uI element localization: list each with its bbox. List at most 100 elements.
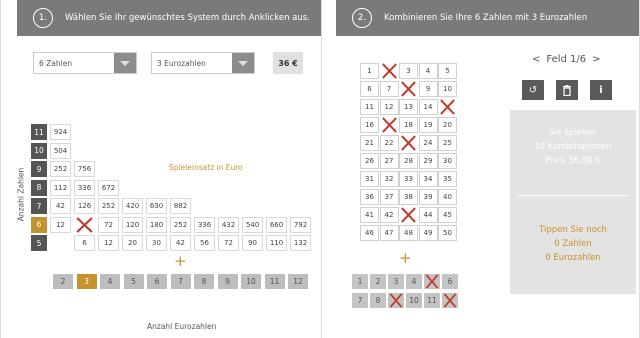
lotto-number[interactable]: 48 [399,225,418,241]
system-cell[interactable]: 252 [170,216,191,233]
lotto-number[interactable]: 39 [418,189,438,205]
lotto-number[interactable]: 21 [360,135,379,151]
lotto-number[interactable]: 27 [379,153,399,169]
row-label[interactable]: 5 [31,235,47,251]
system-cell[interactable]: 126 [74,198,95,214]
euro-column-button[interactable]: 7 [170,274,191,289]
lotto-number[interactable] [438,99,457,115]
lotto-number[interactable]: 13 [399,99,418,115]
trash-icon[interactable] [556,80,578,100]
euro-number[interactable]: 11 [424,293,440,308]
euro-number[interactable]: 4 [406,274,422,289]
lotto-number[interactable]: 44 [418,207,438,223]
euro-number[interactable] [424,274,440,289]
system-cell[interactable]: 20 [122,235,143,251]
info-icon[interactable]: i [590,80,612,100]
euro-column-button[interactable]: 9 [217,274,238,289]
euro-number[interactable] [388,293,404,308]
lotto-number[interactable]: 42 [379,207,399,223]
lotto-number[interactable]: 35 [438,171,457,187]
euro-select[interactable]: 3 Eurozahlen [151,52,255,74]
lotto-number[interactable]: 32 [379,171,399,187]
row-label[interactable]: 9 [31,161,47,177]
next-field-button[interactable]: > [592,54,600,65]
system-cell[interactable]: 72 [218,235,239,251]
system-cell[interactable]: 72 [98,216,119,233]
lotto-number[interactable]: 5 [438,63,457,79]
lotto-number[interactable]: 22 [379,135,399,151]
system-cell[interactable]: 336 [74,179,95,196]
lotto-number[interactable] [399,135,418,151]
lotto-number[interactable]: 47 [379,225,399,241]
euro-column-button[interactable]: 2 [53,274,73,289]
system-cell[interactable]: 252 [98,198,119,214]
lotto-number[interactable]: 49 [418,225,438,241]
lotto-number[interactable]: 40 [438,189,457,205]
system-cell[interactable]: 420 [122,198,143,214]
lotto-number[interactable]: 10 [438,81,457,97]
system-cell[interactable]: 12 [98,235,119,251]
lotto-number[interactable]: 20 [438,117,457,133]
system-cell[interactable]: 756 [74,161,95,177]
lotto-number[interactable]: 26 [360,153,379,169]
lotto-number[interactable]: 11 [360,99,379,115]
euro-column-button[interactable]: 10 [241,274,261,289]
system-cell[interactable]: 540 [242,216,263,233]
system-cell[interactable]: 112 [50,179,71,196]
lotto-number[interactable]: 18 [399,117,418,133]
system-cell[interactable]: 120 [122,216,143,233]
lotto-number[interactable]: 46 [360,225,379,241]
system-cell[interactable]: 792 [290,216,311,233]
system-cell[interactable] [74,216,95,233]
lotto-number[interactable]: 36 [360,189,379,205]
lotto-number[interactable]: 45 [438,207,457,223]
row-label[interactable]: 6 [31,216,47,233]
system-cell[interactable]: 504 [50,142,71,159]
system-cell[interactable]: 90 [242,235,263,251]
lotto-number[interactable]: 41 [360,207,379,223]
lotto-number[interactable] [379,63,399,79]
lotto-number[interactable]: 38 [399,189,418,205]
lotto-number[interactable]: 7 [379,81,399,97]
lotto-number[interactable]: 9 [418,81,438,97]
system-cell[interactable]: 12 [50,216,71,233]
euro-column-button[interactable]: 5 [123,274,144,289]
euro-column-button[interactable]: 8 [194,274,214,289]
lotto-number[interactable]: 16 [360,117,379,133]
lotto-number[interactable]: 3 [399,63,418,79]
euro-column-button[interactable]: 3 [76,274,97,289]
lotto-number[interactable]: 50 [438,225,457,241]
lotto-number[interactable]: 1 [360,63,379,79]
system-cell[interactable]: 132 [290,235,311,251]
euro-number[interactable]: 10 [406,293,422,308]
system-cell[interactable]: 336 [194,216,215,233]
euro-column-button[interactable]: 4 [100,274,120,289]
lotto-number[interactable]: 6 [360,81,379,97]
system-cell[interactable]: 30 [146,235,167,251]
system-cell[interactable]: 660 [266,216,287,233]
euro-number[interactable] [442,293,458,308]
lotto-number[interactable]: 31 [360,171,379,187]
system-cell[interactable]: 6 [74,235,95,251]
lotto-number[interactable] [399,81,418,97]
system-cell[interactable]: 432 [218,216,239,233]
lotto-number[interactable]: 25 [438,135,457,151]
euro-number[interactable]: 3 [388,274,404,289]
euro-column-button[interactable]: 6 [147,274,167,289]
lotto-number[interactable]: 24 [418,135,438,151]
row-label[interactable]: 7 [31,198,47,214]
system-cell[interactable]: 672 [98,179,119,196]
lotto-number[interactable] [379,117,399,133]
lotto-number[interactable]: 12 [379,99,399,115]
system-cell[interactable]: 56 [194,235,215,251]
euro-number[interactable]: 8 [370,293,386,308]
lotto-number[interactable] [399,207,418,223]
euro-column-button[interactable]: 11 [264,274,285,289]
prev-field-button[interactable]: < [532,54,540,65]
system-cell[interactable]: 630 [146,198,167,214]
lotto-number[interactable]: 28 [399,153,418,169]
row-label[interactable]: 11 [31,124,47,140]
lotto-number[interactable]: 30 [438,153,457,169]
numbers-select[interactable]: 6 Zahlen [33,52,137,74]
lotto-number[interactable]: 4 [418,63,438,79]
